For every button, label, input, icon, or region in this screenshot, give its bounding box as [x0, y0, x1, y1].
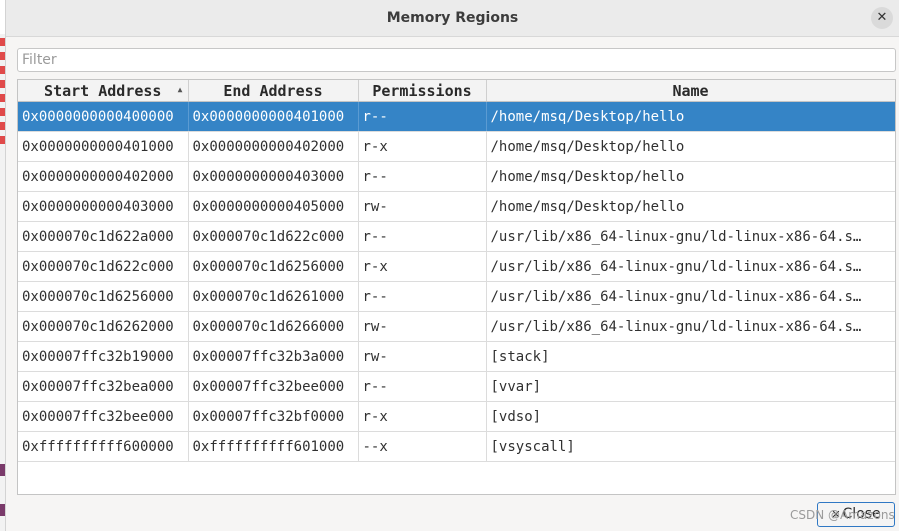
cell-end-address: 0x0000000000401000: [188, 101, 359, 132]
table-row[interactable]: 0x000070c1d622a000 0x000070c1d622c000 r-- /…: [18, 221, 895, 252]
cell-name: [vdso]: [486, 401, 895, 432]
dialog-title: Memory Regions: [386, 10, 519, 26]
table-row[interactable]: 0x000070c1d622c000 0x000070c1d6256000 r-x /…: [18, 251, 895, 282]
cell-end-address: 0x00007ffc32bee000: [188, 371, 359, 402]
cell-permissions: --x: [358, 431, 487, 462]
sort-ascending-icon: ▲: [177, 85, 183, 94]
column-header-label: Start Address: [44, 81, 162, 100]
cell-start-address: 0xffffffffff600000: [18, 431, 189, 462]
table-row[interactable]: 0x0000000000403000 0x0000000000405000 rw- /…: [18, 191, 895, 222]
table-row[interactable]: 0x00007ffc32bee000 0x00007ffc32bf0000 r-x[…: [18, 401, 895, 432]
cell-start-address: 0x0000000000401000: [18, 131, 189, 162]
cell-start-address: 0x000070c1d6256000: [18, 281, 189, 312]
cell-name: [vvar]: [486, 371, 895, 402]
cell-permissions: r--: [358, 161, 487, 192]
cell-start-address: 0x0000000000403000: [18, 191, 189, 222]
cell-start-address: 0x00007ffc32bee000: [18, 401, 189, 432]
cell-permissions: r--: [358, 221, 487, 252]
cell-name: /home/msq/Desktop/hello: [486, 131, 895, 162]
cell-start-address: 0x000070c1d622c000: [18, 251, 189, 282]
column-header-label: End Address: [223, 81, 323, 100]
cell-end-address: 0x000070c1d622c000: [188, 221, 359, 252]
close-icon[interactable]: ✕: [871, 7, 893, 29]
cell-start-address: 0x000070c1d6262000: [18, 311, 189, 342]
cell-name: /home/msq/Desktop/hello: [486, 101, 895, 132]
cell-end-address: 0x0000000000405000: [188, 191, 359, 222]
column-header-label: Permissions: [372, 81, 472, 100]
cell-start-address: 0x0000000000400000: [18, 101, 189, 132]
table-row[interactable]: 0xffffffffff600000 0xffffffffff601000 --x[…: [18, 431, 895, 462]
cell-start-address: 0x00007ffc32b19000: [18, 341, 189, 372]
cell-name: /home/msq/Desktop/hello: [486, 191, 895, 222]
regions-table[interactable]: Start Address ▲ End Address Permissions …: [17, 79, 896, 495]
close-button-label: Close: [842, 506, 881, 522]
cell-end-address: 0x000070c1d6266000: [188, 311, 359, 342]
cell-permissions: rw-: [358, 311, 487, 342]
cell-end-address: 0x0000000000402000: [188, 131, 359, 162]
table-row[interactable]: 0x0000000000400000 0x0000000000401000 r-- /…: [18, 101, 895, 132]
cell-name: /usr/lib/x86_64-linux-gnu/ld-linux-x86-6…: [486, 281, 895, 312]
cell-permissions: r-x: [358, 131, 487, 162]
cell-permissions: r--: [358, 371, 487, 402]
cell-start-address: 0x000070c1d622a000: [18, 221, 189, 252]
cell-end-address: 0x000070c1d6256000: [188, 251, 359, 282]
cell-name: [vsyscall]: [486, 431, 895, 462]
cell-name: [stack]: [486, 341, 895, 372]
cell-name: /home/msq/Desktop/hello: [486, 161, 895, 192]
cell-name: /usr/lib/x86_64-linux-gnu/ld-linux-x86-6…: [486, 311, 895, 342]
cell-end-address: 0x000070c1d6261000: [188, 281, 359, 312]
column-header-start-address[interactable]: Start Address ▲: [18, 80, 189, 102]
column-header-name[interactable]: Name: [486, 80, 895, 102]
table-row[interactable]: 0x0000000000401000 0x0000000000402000 r-x /…: [18, 131, 895, 162]
close-button[interactable]: ✕ Close: [817, 502, 895, 527]
cell-name: /usr/lib/x86_64-linux-gnu/ld-linux-x86-6…: [486, 251, 895, 282]
cell-permissions: r--: [358, 101, 487, 132]
cell-permissions: r-x: [358, 401, 487, 432]
table-row[interactable]: 0x000070c1d6256000 0x000070c1d6261000 r-- /…: [18, 281, 895, 312]
memory-regions-dialog: Memory Regions ✕ Start Address ▲ End Add…: [5, 0, 899, 531]
table-row[interactable]: 0x0000000000402000 0x0000000000403000 r-- /…: [18, 161, 895, 192]
cell-end-address: 0xffffffffff601000: [188, 431, 359, 462]
column-header-label: Name: [672, 81, 709, 100]
table-header: Start Address ▲ End Address Permissions …: [18, 80, 895, 102]
title-bar[interactable]: Memory Regions ✕: [6, 0, 899, 37]
cell-permissions: rw-: [358, 341, 487, 372]
table-row[interactable]: 0x000070c1d6262000 0x000070c1d6266000 rw- /…: [18, 311, 895, 342]
close-icon: ✕: [831, 508, 841, 521]
cell-permissions: r--: [358, 281, 487, 312]
cell-start-address: 0x0000000000402000: [18, 161, 189, 192]
cell-end-address: 0x00007ffc32b3a000: [188, 341, 359, 372]
cell-start-address: 0x00007ffc32bea000: [18, 371, 189, 402]
table-row[interactable]: 0x00007ffc32bea000 0x00007ffc32bee000 r--[…: [18, 371, 895, 402]
cell-permissions: r-x: [358, 251, 487, 282]
column-header-permissions[interactable]: Permissions: [358, 80, 487, 102]
cell-name: /usr/lib/x86_64-linux-gnu/ld-linux-x86-6…: [486, 221, 895, 252]
filter-input[interactable]: [17, 48, 896, 72]
cell-permissions: rw-: [358, 191, 487, 222]
cell-end-address: 0x00007ffc32bf0000: [188, 401, 359, 432]
table-row[interactable]: 0x00007ffc32b19000 0x00007ffc32b3a000 rw-[…: [18, 341, 895, 372]
cell-end-address: 0x0000000000403000: [188, 161, 359, 192]
column-header-end-address[interactable]: End Address: [188, 80, 359, 102]
